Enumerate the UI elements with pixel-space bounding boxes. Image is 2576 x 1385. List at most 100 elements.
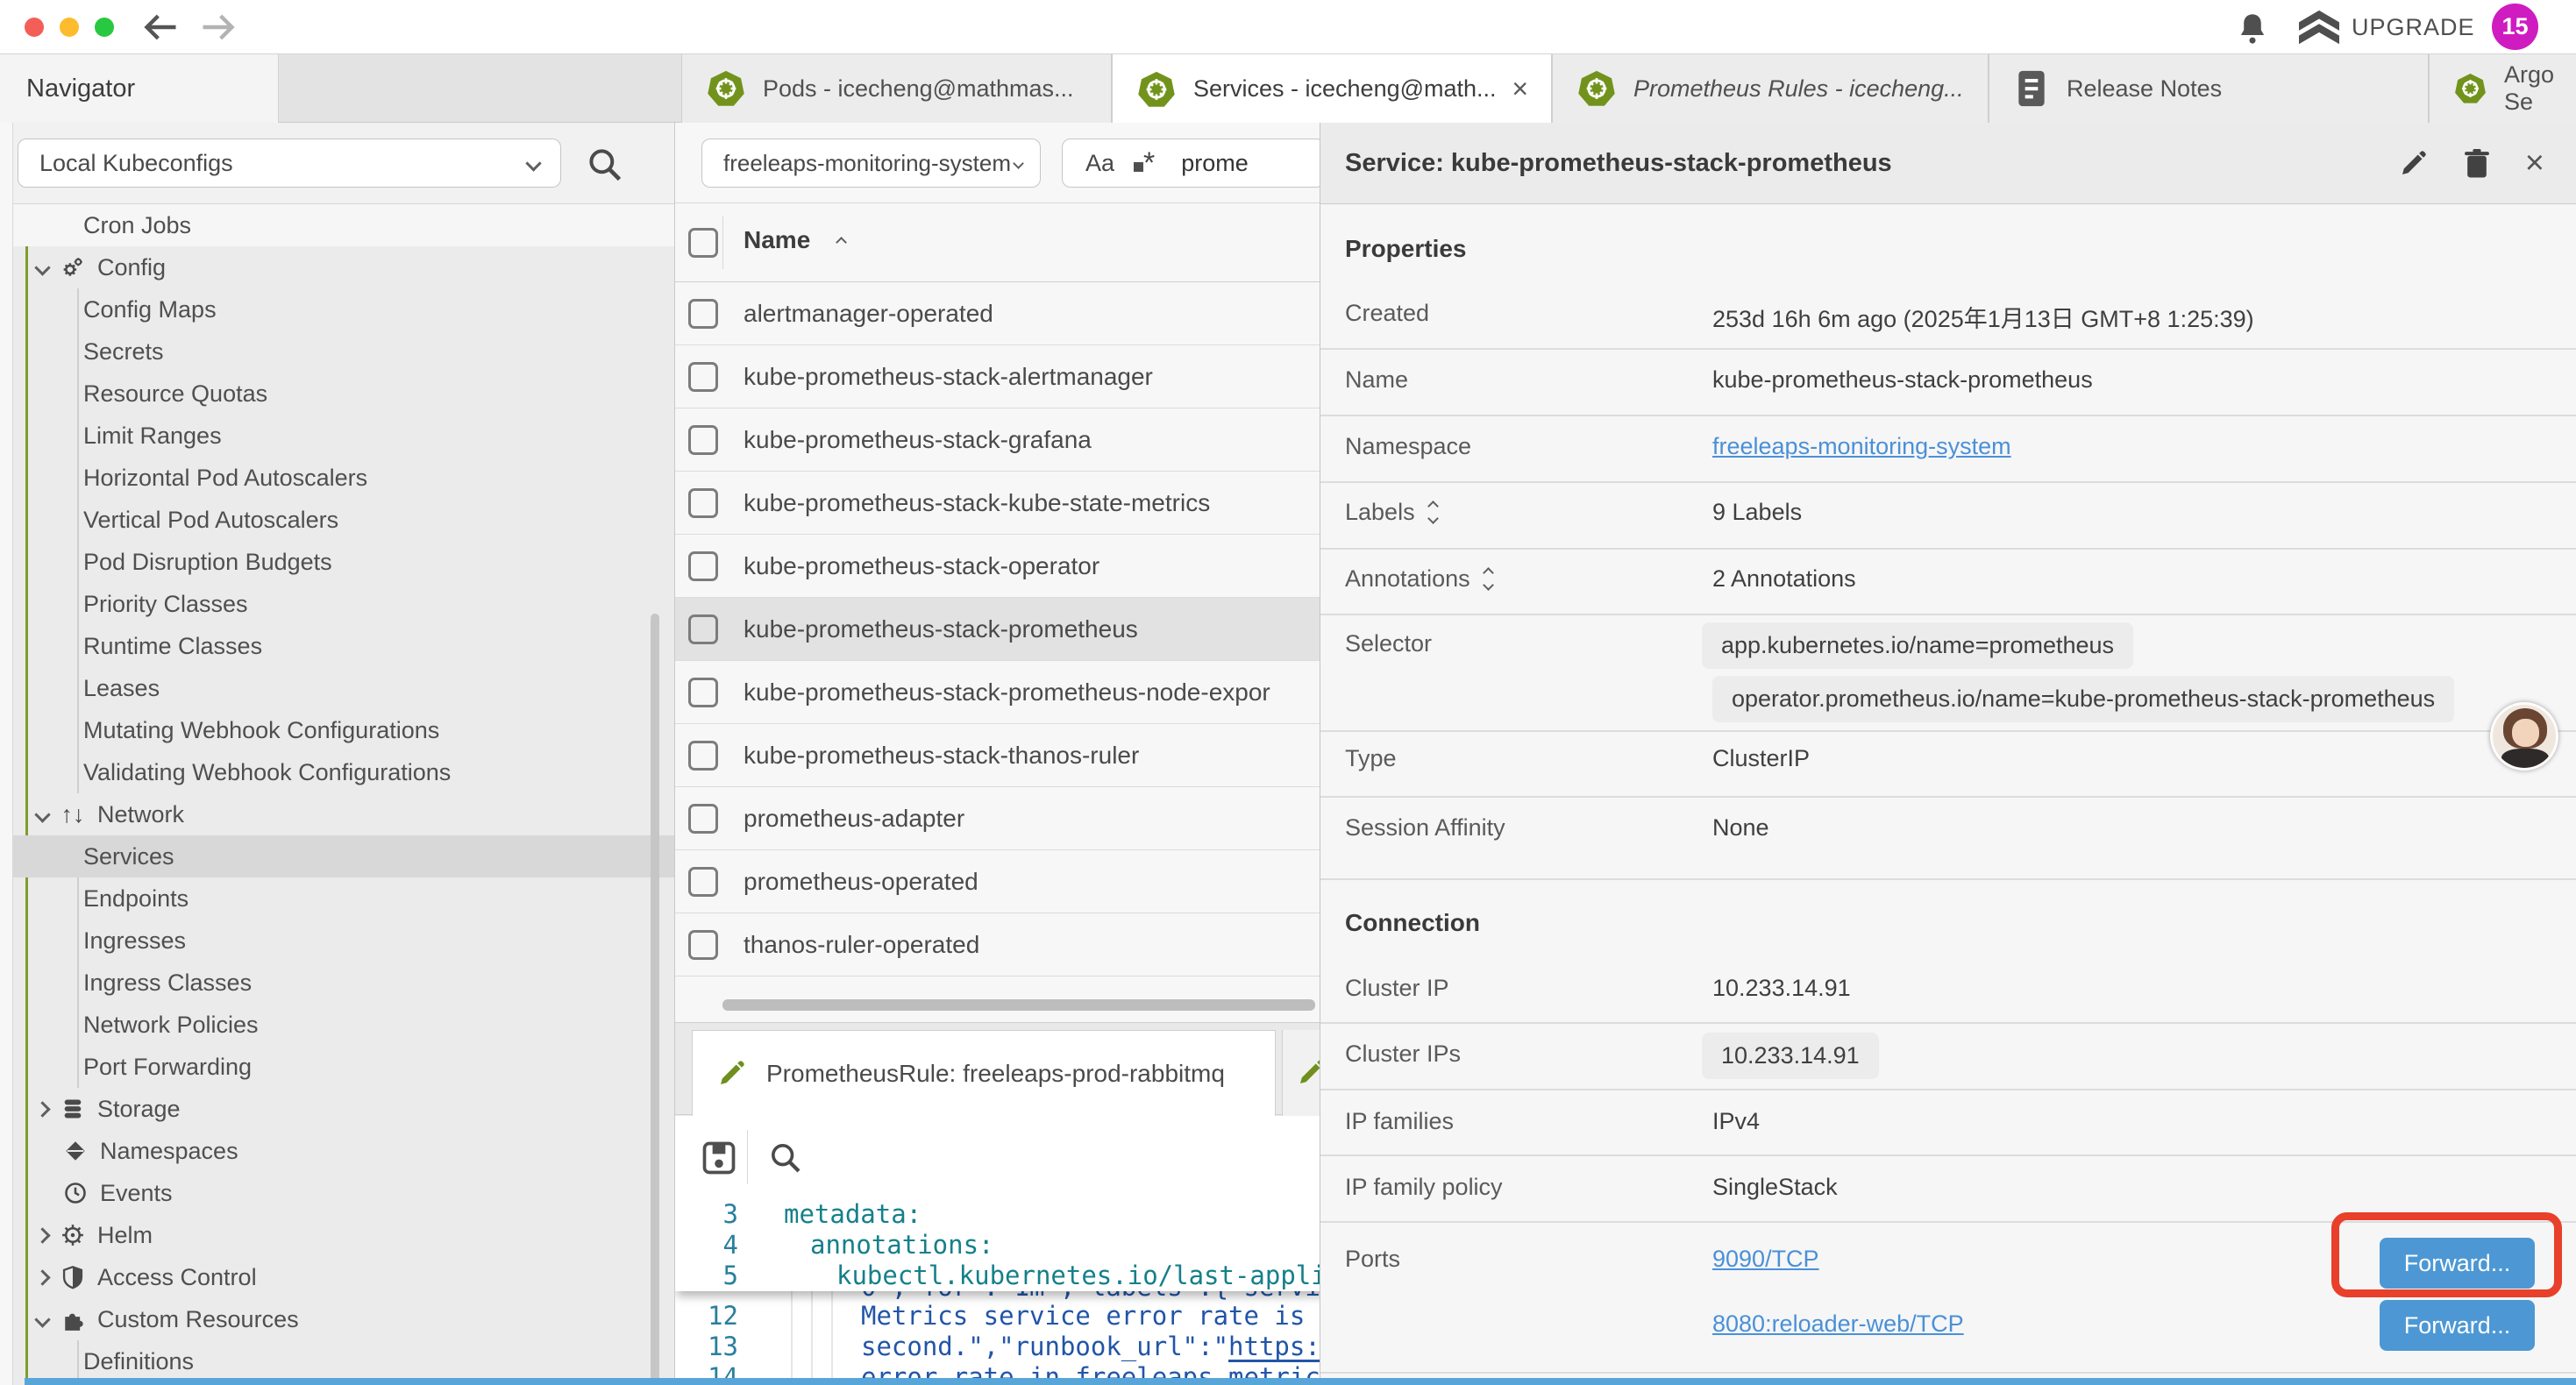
expand-annotations-icon[interactable] — [1484, 569, 1492, 589]
sidebar-item-network[interactable]: ↑↓ Network — [0, 793, 674, 835]
row-checkbox[interactable] — [688, 362, 718, 392]
horizontal-scrollbar[interactable] — [722, 999, 1315, 1011]
row-checkbox[interactable] — [688, 551, 718, 581]
avatar[interactable] — [2490, 702, 2558, 771]
sidebar-item-priority-classes[interactable]: Priority Classes — [0, 583, 674, 625]
window-left-edge — [0, 123, 13, 1385]
sidebar-item-events[interactable]: Events — [0, 1172, 674, 1214]
sidebar-item-storage[interactable]: Storage — [0, 1088, 674, 1130]
row-checkbox[interactable] — [688, 930, 718, 960]
namespace-label: Namespace — [1345, 433, 1471, 460]
ip-family-policy-label: IP family policy — [1345, 1174, 1503, 1201]
back-arrow-icon[interactable] — [142, 11, 181, 44]
sidebar-item-port-forwarding[interactable]: Port Forwarding — [0, 1046, 674, 1088]
save-icon[interactable] — [700, 1139, 738, 1177]
sidebar-item-horizontal-pod-autoscalers[interactable]: Horizontal Pod Autoscalers — [0, 457, 674, 499]
sidebar-item-limit-ranges[interactable]: Limit Ranges — [0, 415, 674, 457]
sidebar-item-definitions[interactable]: Definitions — [0, 1340, 674, 1382]
namespace-link[interactable]: freeleaps-monitoring-system — [1712, 433, 2011, 460]
delete-trash-icon[interactable] — [2462, 147, 2492, 181]
sidebar-item-config-maps[interactable]: Config Maps — [0, 288, 674, 330]
column-header-name[interactable]: Name — [744, 226, 810, 254]
sidebar-item-mutating-webhook-configurations[interactable]: Mutating Webhook Configurations — [0, 709, 674, 751]
forward-arrow-icon[interactable] — [198, 11, 237, 44]
chevron-down-icon[interactable] — [34, 806, 50, 822]
kubeconfig-selector[interactable]: Local Kubeconfigs — [18, 138, 561, 188]
sidebar-item-namespaces[interactable]: Namespaces — [0, 1130, 674, 1172]
port-link-9090[interactable]: 9090/TCP — [1712, 1246, 1819, 1273]
navigator-panel-tab[interactable]: Navigator — [0, 54, 279, 123]
tab-argo[interactable]: Argo Se — [2429, 54, 2576, 123]
sidebar-item-validating-webhook-configurations[interactable]: Validating Webhook Configurations — [0, 751, 674, 793]
kubernetes-icon — [1577, 69, 1616, 108]
sidebar-item-endpoints[interactable]: Endpoints — [0, 877, 674, 920]
sidebar-item-cron-jobs[interactable]: Cron Jobs — [0, 204, 674, 246]
close-icon[interactable]: × — [2525, 145, 2544, 182]
ip-family-policy-value: SingleStack — [1712, 1174, 1838, 1201]
notifications-bell-icon[interactable] — [2234, 11, 2271, 47]
annotations-value: 2 Annotations — [1712, 565, 1856, 593]
match-case-toggle[interactable]: Aa — [1085, 150, 1114, 177]
row-checkbox[interactable] — [688, 299, 718, 329]
row-checkbox[interactable] — [688, 867, 718, 897]
sidebar-item-custom-resources[interactable]: Custom Resources — [0, 1298, 674, 1340]
notification-count-badge[interactable]: 15 — [2492, 4, 2538, 50]
traffic-light-zoom[interactable] — [95, 18, 114, 37]
chevron-down-icon[interactable] — [34, 1311, 50, 1327]
sidebar-scrollbar[interactable] — [651, 614, 659, 1385]
tab-release-notes[interactable]: Release Notes — [1989, 54, 2429, 123]
sidebar-item-runtime-classes[interactable]: Runtime Classes — [0, 625, 674, 667]
sidebar-item-pod-disruption-budgets[interactable]: Pod Disruption Budgets — [0, 541, 674, 583]
row-checkbox[interactable] — [688, 804, 718, 834]
row-checkbox[interactable] — [688, 741, 718, 771]
search-icon[interactable] — [768, 1140, 803, 1175]
selector-chip: app.kubernetes.io/name=prometheus — [1702, 622, 2133, 669]
database-icon — [59, 1097, 87, 1121]
chevron-right-icon[interactable] — [34, 1227, 50, 1243]
edit-pencil-icon[interactable] — [2397, 148, 2429, 180]
traffic-light-close[interactable] — [25, 18, 44, 37]
tab-pods[interactable]: Pods - icecheng@mathmas... — [681, 54, 1112, 123]
port-link-8080[interactable]: 8080:reloader-web/TCP — [1712, 1310, 1964, 1338]
row-checkbox[interactable] — [688, 488, 718, 518]
sidebar-item-secrets[interactable]: Secrets — [0, 330, 674, 373]
shield-icon — [59, 1265, 87, 1289]
gear-icon — [59, 254, 87, 281]
selector-label: Selector — [1345, 630, 1432, 657]
sidebar-item-config[interactable]: Config — [0, 246, 674, 288]
sidebar-item-vertical-pod-autoscalers[interactable]: Vertical Pod Autoscalers — [0, 499, 674, 541]
search-icon[interactable] — [586, 146, 624, 184]
type-value: ClusterIP — [1712, 745, 1810, 772]
regex-toggle[interactable]: * — [1134, 146, 1155, 181]
tab-close-icon[interactable]: × — [1512, 73, 1528, 105]
sidebar-item-services[interactable]: Services — [0, 835, 674, 877]
expand-labels-icon[interactable] — [1429, 502, 1437, 522]
sidebar-item-access-control[interactable]: Access Control — [0, 1256, 674, 1298]
chevron-right-icon[interactable] — [34, 1101, 50, 1117]
document-icon — [2014, 69, 2049, 108]
row-checkbox[interactable] — [688, 678, 718, 707]
sidebar-item-ingress-classes[interactable]: Ingress Classes — [0, 962, 674, 1004]
forward-port-button[interactable]: Forward... — [2380, 1300, 2535, 1351]
sidebar-item-helm[interactable]: Helm — [0, 1214, 674, 1256]
namespace-filter-select[interactable]: freeleaps-monitoring-system — [701, 138, 1041, 188]
row-checkbox[interactable] — [688, 425, 718, 455]
sidebar-item-network-policies[interactable]: Network Policies — [0, 1004, 674, 1046]
tab-services[interactable]: Services - icecheng@math... × — [1112, 54, 1552, 124]
upgrade-chevrons-icon[interactable] — [2297, 9, 2341, 49]
chevron-right-icon[interactable] — [34, 1269, 50, 1285]
clock-icon — [61, 1181, 89, 1205]
search-input[interactable]: Aa * prome — [1062, 138, 1325, 188]
service-detail-panel: Service: kube-prometheus-stack-prometheu… — [1320, 123, 2576, 1385]
upgrade-button[interactable]: UPGRADE — [2352, 14, 2475, 41]
sidebar-item-resource-quotas[interactable]: Resource Quotas — [0, 373, 674, 415]
sidebar-item-leases[interactable]: Leases — [0, 667, 674, 709]
sidebar-item-ingresses[interactable]: Ingresses — [0, 920, 674, 962]
row-checkbox[interactable] — [688, 614, 718, 644]
editor-tab-prometheusrule[interactable]: PrometheusRule: freeleaps-prod-rabbitmq — [692, 1030, 1276, 1116]
tab-prometheus-rules[interactable]: Prometheus Rules - icecheng... — [1552, 54, 1989, 123]
traffic-light-minimize[interactable] — [60, 18, 79, 37]
name-label: Name — [1345, 366, 1408, 394]
select-all-checkbox[interactable] — [688, 228, 718, 258]
chevron-down-icon[interactable] — [34, 259, 50, 275]
